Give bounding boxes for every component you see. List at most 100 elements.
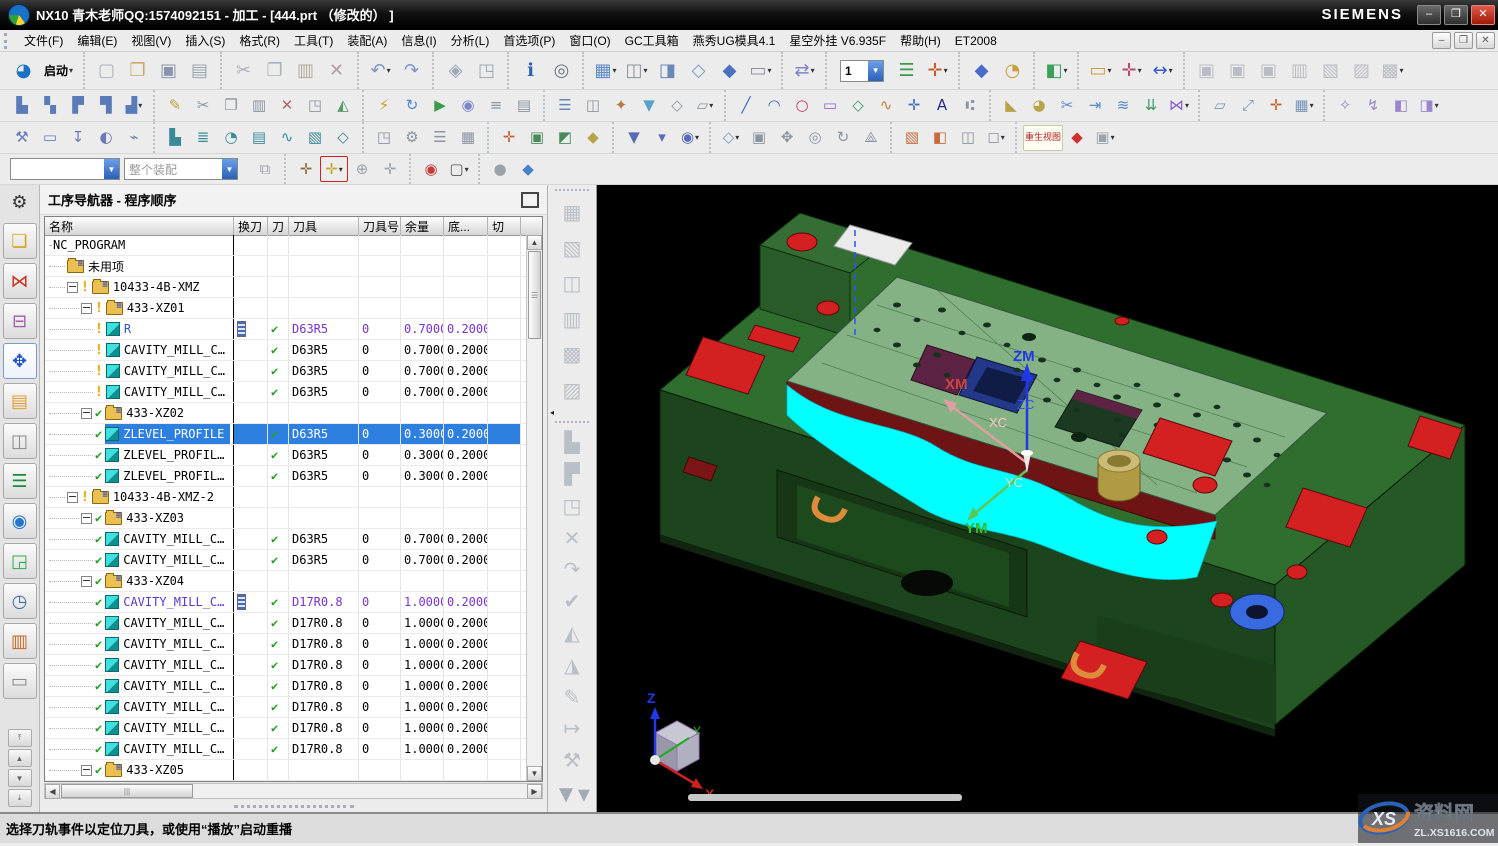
datum-axis-icon[interactable]: ⤢ (1234, 93, 1262, 119)
text-icon[interactable]: A (928, 93, 956, 119)
delete-icon[interactable]: ✕ (321, 56, 352, 86)
menu-grip[interactable] (4, 33, 13, 49)
polygon-icon[interactable]: ◇ (844, 93, 872, 119)
turning-icon[interactable]: ◐ (92, 125, 120, 151)
sequence-icon[interactable]: ▨ (1346, 56, 1377, 86)
menu-item-15[interactable]: 帮助(H) (893, 30, 948, 51)
paste-operation-icon[interactable]: ▥ (245, 93, 273, 119)
measure-angle-icon[interactable]: ✛▾ (1116, 56, 1147, 86)
create-operation-icon[interactable]: ▟▾ (120, 93, 148, 119)
cube-select-icon[interactable]: ◆ (514, 156, 542, 182)
object-transform-icon[interactable]: ◳ (301, 93, 329, 119)
print-icon[interactable]: ▤ (184, 56, 215, 86)
column-header-2[interactable]: 换刀 (234, 217, 268, 235)
combo-dropdown-icon[interactable]: ▼ (868, 61, 883, 81)
mill-contour-icon[interactable]: ⚒ (8, 125, 36, 151)
operation-strip-icon-10[interactable]: ↦ (555, 715, 589, 743)
tool-display-icon[interactable]: ▼ (635, 93, 663, 119)
refresh-shaded-cube-icon[interactable]: ◆ (1063, 125, 1091, 151)
arc-icon[interactable]: ◠ (760, 93, 788, 119)
spline-icon[interactable]: ∿ (872, 93, 900, 119)
plane-grid-icon[interactable]: ▦▾ (1290, 93, 1318, 119)
name-cell[interactable]: ✔CAVITY_MILL_C... (45, 529, 234, 549)
name-cell[interactable]: ✔433-XZ03 (45, 508, 234, 528)
scroll-bottom-button[interactable]: ⤓ (8, 789, 32, 807)
name-cell[interactable]: ✔CAVITY_MILL_C... (45, 697, 234, 717)
sphere-select-icon[interactable]: ● (486, 156, 514, 182)
search-icon[interactable]: ◎ (546, 56, 577, 86)
measure-ruler-icon[interactable]: ▭▾ (1085, 56, 1116, 86)
true-shading-icon[interactable]: ◨ (652, 56, 683, 86)
cut-operation-icon[interactable]: ✂ (189, 93, 217, 119)
project-curve-icon[interactable]: ⇊ (1137, 93, 1165, 119)
method-view-icon[interactable]: ▦ (454, 125, 482, 151)
insert-strip-icon-1[interactable]: ▦ (555, 197, 589, 228)
datum-csys-icon[interactable]: ✛ (1262, 93, 1290, 119)
section-analysis-icon[interactable]: ◧ (1387, 93, 1415, 119)
offset-icon[interactable]: ≋ (1109, 93, 1137, 119)
name-cell[interactable]: !10433-4B-XMZ-2 (45, 487, 234, 507)
snap-endpoint-icon[interactable]: ✛▾ (320, 156, 348, 182)
level-icon[interactable]: ▱▾ (691, 93, 719, 119)
table-row[interactable]: ✔CAVITY_MILL_C...✔D17R0.801.00000.2000 (45, 739, 527, 760)
program-order-view-icon[interactable]: ☰ (426, 125, 454, 151)
check-geometry-icon[interactable]: ◆ (579, 125, 607, 151)
table-row[interactable]: !CAVITY_MILL_C...✔D63R500.70000.2000 (45, 361, 527, 382)
menu-item-7[interactable]: 装配(A) (340, 30, 394, 51)
name-cell[interactable]: ✔CAVITY_MILL_C... (45, 550, 234, 570)
vertical-scrollbar[interactable]: ▲ ☰ ▼ (526, 235, 542, 781)
geometry-view-icon[interactable]: ◳ (370, 125, 398, 151)
table-row[interactable]: ✔CAVITY_MILL_C...✔D17R0.801.00000.2000 (45, 697, 527, 718)
blank-icon[interactable]: ◫ (954, 125, 982, 151)
table-row[interactable]: ✔CAVITY_MILL_C...✔D17R0.801.00000.2000 (45, 718, 527, 739)
trim-icon[interactable]: ✂ (1053, 93, 1081, 119)
menu-item-16[interactable]: ET2008 (948, 32, 1004, 50)
menu-item-10[interactable]: 首选项(P) (496, 30, 562, 51)
mirror-assembly-icon[interactable]: ▥ (1284, 56, 1315, 86)
expand-collapse-icon[interactable] (67, 492, 78, 503)
combo-dropdown-icon[interactable]: ▼ (104, 159, 119, 179)
table-row[interactable]: !CAVITY_MILL_COPY✔D63R500.70000.2000 (45, 340, 527, 361)
create-method-icon[interactable]: ▜ (92, 93, 120, 119)
scrollbar-thumb[interactable]: ☰ (528, 251, 541, 339)
strip-overflow-icon[interactable]: ◂ (550, 408, 554, 417)
menu-item-2[interactable]: 编辑(E) (70, 30, 124, 51)
tool-holder-icon[interactable]: ▼▾ (555, 779, 589, 810)
replay-toolpath-icon[interactable]: ↻ (398, 93, 426, 119)
name-cell[interactable]: ✔CAVITY_MILL_C... (45, 613, 234, 633)
object-display-icon[interactable]: ◆ (966, 56, 997, 86)
menu-item-5[interactable]: 格式(R) (232, 30, 287, 51)
menu-item-8[interactable]: 信息(I) (394, 30, 443, 51)
render-style-icon[interactable]: ◫▾ (621, 56, 652, 86)
mill-planar-icon[interactable]: ▭ (36, 125, 64, 151)
marquee-select-icon[interactable]: ▢▾ (445, 156, 473, 182)
table-row[interactable]: ✔433-XZ02 (45, 403, 527, 424)
scroll-down-button[interactable]: ▼ (8, 769, 32, 787)
table-row[interactable]: ✔CAVITY_MILL_C...✔D17R0.801.00000.2000 (45, 634, 527, 655)
operation-strip-icon-7[interactable]: ◭ (555, 620, 589, 648)
panel-splitter[interactable] (40, 800, 547, 812)
snapshot-icon[interactable]: ▣ (745, 125, 773, 151)
chain-select-icon[interactable]: ⧉ (251, 156, 279, 182)
operation-strip-icon-8[interactable]: ◮ (555, 651, 589, 679)
table-row[interactable]: ✔433-XZ03 (45, 508, 527, 529)
menu-item-3[interactable]: 视图(V) (124, 30, 178, 51)
scroll-down-arrow-icon[interactable]: ▼ (527, 766, 542, 781)
boundary-icon[interactable]: ◇ (663, 93, 691, 119)
name-cell[interactable]: NC_PROGRAM (45, 235, 234, 255)
insert-strip-icon-6[interactable]: ▨ (555, 374, 589, 405)
menu-item-12[interactable]: GC工具箱 (618, 30, 686, 51)
analysis-curve-icon[interactable]: ✧ (1331, 93, 1359, 119)
roles-gear-icon[interactable]: ⚙ (9, 191, 31, 213)
doc-close-button[interactable]: ✕ (1476, 32, 1495, 49)
roles-palette-tab[interactable]: ▥ (3, 623, 37, 659)
window-layout-icon[interactable]: ▦▾ (590, 56, 621, 86)
feed-rate-icon[interactable]: ✦ (607, 93, 635, 119)
menu-item-13[interactable]: 燕秀UG模具4.1 (686, 30, 783, 51)
name-cell[interactable]: !CAVITY_MILL_C... (45, 382, 234, 402)
table-row[interactable]: ✔433-XZ05 (45, 760, 527, 781)
name-cell[interactable]: ✔CAVITY_MILL_C... (45, 739, 234, 759)
list-toolpath-icon[interactable]: ☰ (551, 93, 579, 119)
exploded-view-icon[interactable]: ▧ (1315, 56, 1346, 86)
table-row[interactable]: !R✔D63R500.70000.2000 (45, 319, 527, 340)
